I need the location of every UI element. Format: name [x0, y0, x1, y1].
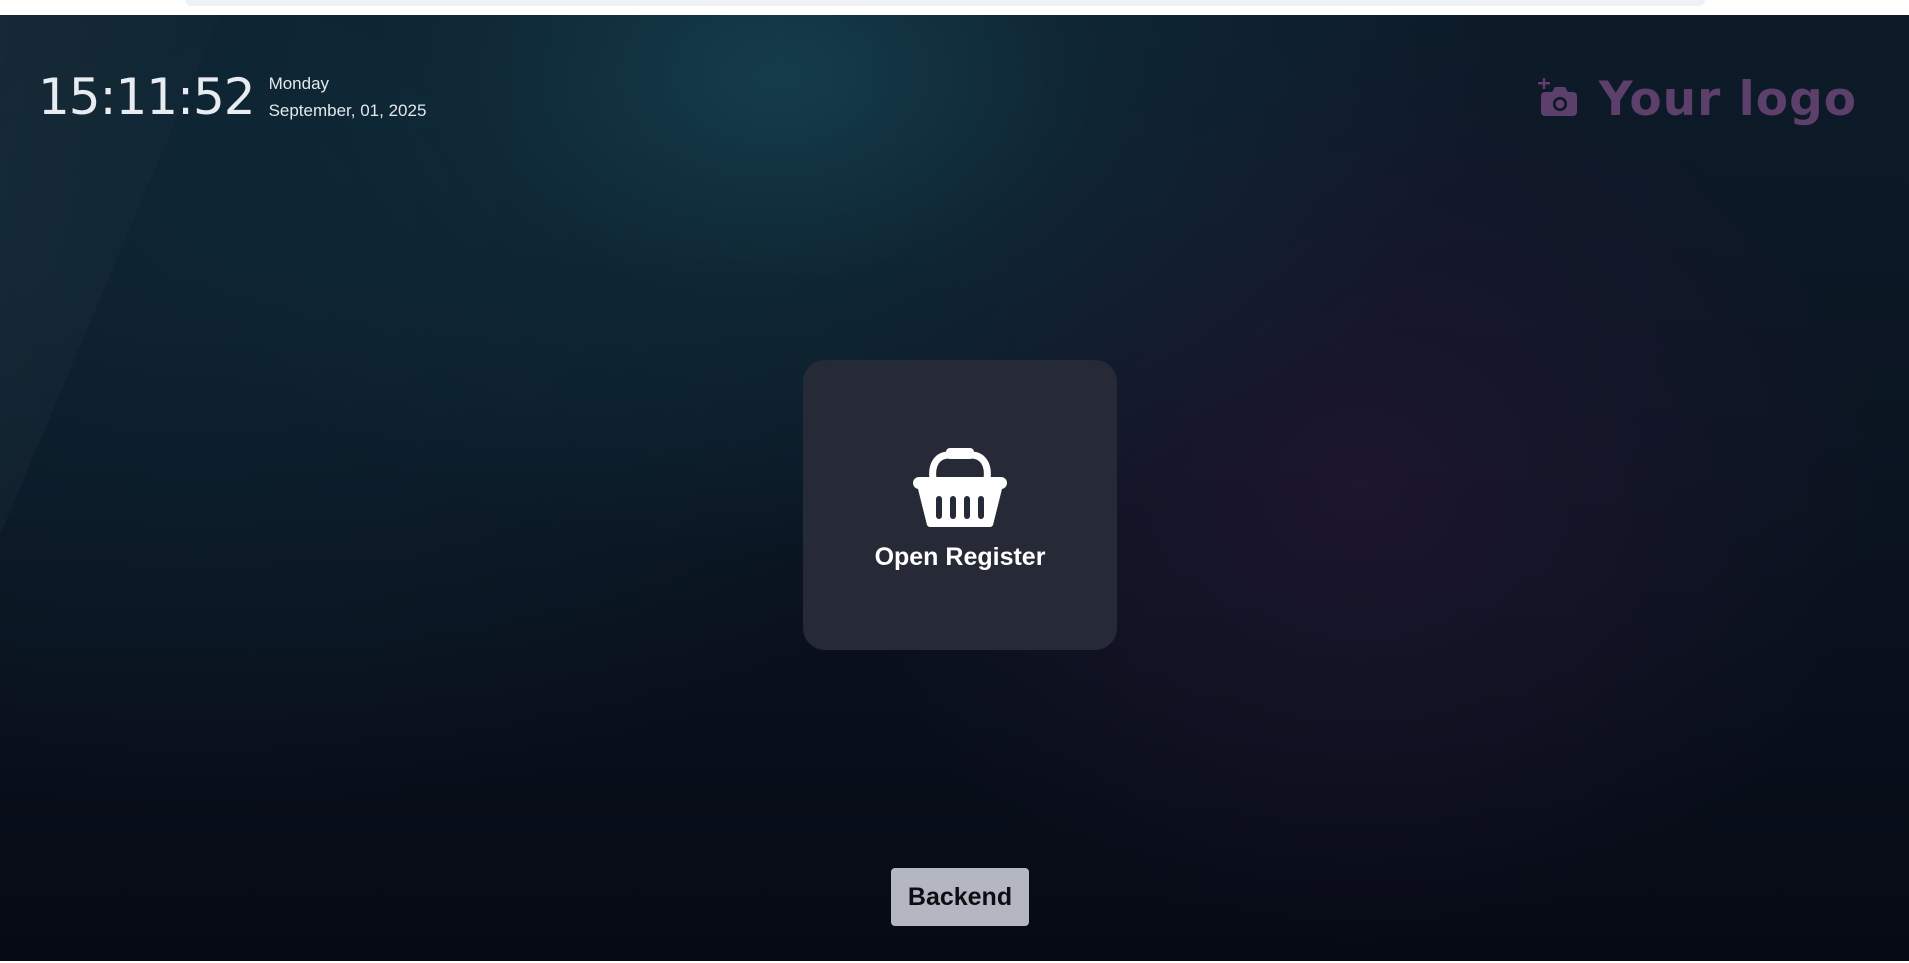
- clock-date: September, 01, 2025: [268, 101, 427, 120]
- logo-text: Your logo: [1598, 72, 1857, 127]
- open-register-button[interactable]: Open Register: [803, 360, 1117, 650]
- clock-weekday: Monday: [268, 74, 330, 93]
- browser-top-edge: [0, 0, 1909, 15]
- basket-icon: [913, 448, 1007, 527]
- open-register-label: Open Register: [874, 543, 1046, 571]
- clock-date-block: Monday September, 01, 2025: [269, 70, 427, 124]
- backend-button[interactable]: Backend: [891, 868, 1029, 926]
- clock-time: 15:11:52: [38, 68, 256, 126]
- clock-widget: 15:11:52 Monday September, 01, 2025: [38, 70, 426, 124]
- pos-home-screen: 15:11:52 Monday September, 01, 2025 Your…: [0, 15, 1909, 963]
- camera-plus-icon: [1536, 77, 1577, 116]
- address-bar-edge: [185, 0, 1705, 6]
- company-logo: Your logo: [1536, 72, 1857, 127]
